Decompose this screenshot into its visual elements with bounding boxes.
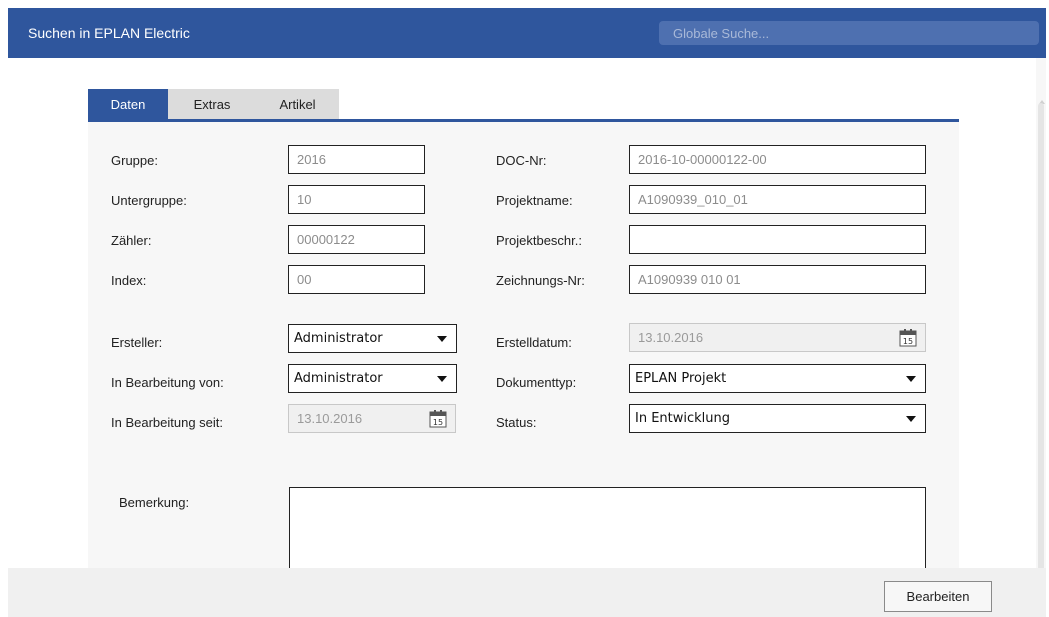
label-doc-nr: DOC-Nr: <box>496 153 547 168</box>
tab-extras[interactable]: Extras <box>168 89 256 121</box>
chevron-down-icon <box>906 376 916 382</box>
dokumenttyp-value: EPLAN Projekt <box>635 371 727 386</box>
untergruppe-field[interactable]: 10 <box>288 185 425 214</box>
tab-artikel[interactable]: Artikel <box>256 89 339 121</box>
app-title: Suchen in EPLAN Electric <box>28 25 190 41</box>
in-bearbeitung-seit-value: 13.10.2016 <box>297 411 363 426</box>
tab-daten[interactable]: Daten <box>88 89 168 121</box>
dokumenttyp-select[interactable]: EPLAN Projekt <box>629 364 926 393</box>
calendar-day: 15 <box>903 337 913 346</box>
label-zaehler: Zähler: <box>111 233 152 248</box>
bemerkung-textarea[interactable] <box>289 487 926 577</box>
ersteller-value: Administrator <box>294 331 383 346</box>
label-status: Status: <box>496 415 537 430</box>
chevron-down-icon <box>437 336 447 342</box>
label-projektbeschr: Projektbeschr.: <box>496 233 582 248</box>
ersteller-select[interactable]: Administrator <box>288 324 457 353</box>
zeichnungs-nr-field[interactable]: A1090939 010 01 <box>629 265 926 294</box>
label-dokumenttyp: Dokumenttyp: <box>496 375 577 390</box>
label-in-bearbeitung-seit: In Bearbeitung seit: <box>111 415 224 430</box>
projektbeschr-field[interactable] <box>629 225 926 254</box>
title-bar: Suchen in EPLAN Electric <box>8 8 1046 58</box>
chevron-down-icon <box>906 416 916 422</box>
scroll-thumb[interactable] <box>1038 103 1044 573</box>
status-select[interactable]: In Entwicklung <box>629 404 926 433</box>
calendar-icon[interactable]: 15 <box>899 329 917 347</box>
calendar-icon[interactable]: 15 <box>429 410 447 428</box>
doc-nr-field[interactable]: 2016-10-00000122-00 <box>629 145 926 174</box>
label-erstelldatum: Erstelldatum: <box>496 335 572 350</box>
label-gruppe: Gruppe: <box>111 153 158 168</box>
label-in-bearbeitung-von: In Bearbeitung von: <box>111 375 224 390</box>
calendar-day: 15 <box>433 418 443 427</box>
index-field[interactable]: 00 <box>288 265 425 294</box>
in-bearbeitung-von-value: Administrator <box>294 371 383 386</box>
zaehler-field[interactable]: 00000122 <box>288 225 425 254</box>
label-untergruppe: Untergruppe: <box>111 193 187 208</box>
app-window: Suchen in EPLAN Electric Daten Extras Ar… <box>8 8 1046 617</box>
label-ersteller: Ersteller: <box>111 335 163 350</box>
projektname-field[interactable]: A1090939_010_01 <box>629 185 926 214</box>
label-bemerkung: Bemerkung: <box>119 495 190 510</box>
in-bearbeitung-von-select[interactable]: Administrator <box>288 364 457 393</box>
label-projektname: Projektname: <box>496 193 573 208</box>
global-search-input[interactable] <box>659 21 1039 45</box>
erstelldatum-value: 13.10.2016 <box>638 330 704 345</box>
label-index: Index: <box>111 273 147 288</box>
erstelldatum-date-field: 13.10.2016 15 <box>629 323 926 352</box>
status-value: In Entwicklung <box>635 411 731 426</box>
in-bearbeitung-seit-date-field: 13.10.2016 15 <box>288 404 456 433</box>
edit-button[interactable]: Bearbeiten <box>884 581 992 612</box>
label-zeichnungs-nr: Zeichnungs-Nr: <box>496 273 585 288</box>
tab-underline <box>88 119 959 122</box>
gruppe-field[interactable]: 2016 <box>288 145 425 174</box>
vertical-scrollbar[interactable] <box>1036 58 1046 573</box>
chevron-down-icon <box>437 376 447 382</box>
